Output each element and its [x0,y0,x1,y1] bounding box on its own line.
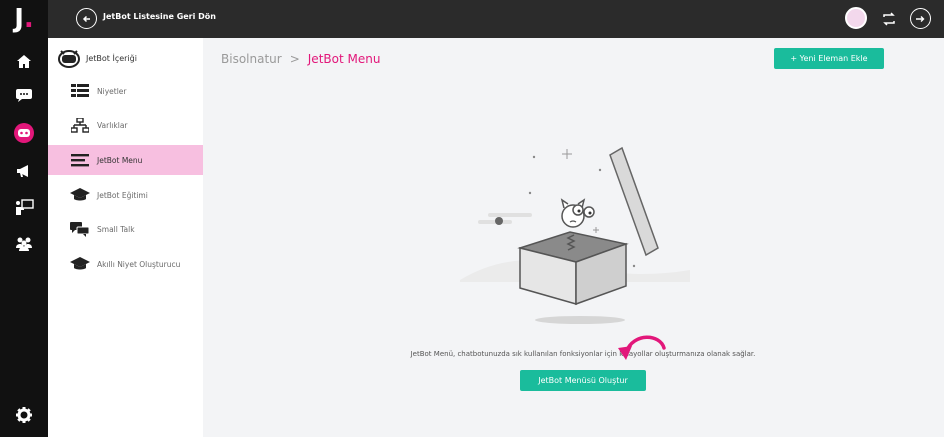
sync-icon[interactable] [878,8,899,29]
back-button[interactable] [76,8,97,29]
sidebar-item-label: JetBot Menu [97,155,143,165]
bot-icon [58,50,80,68]
presenter-icon[interactable] [0,192,48,222]
sidebar-item-label: Niyetler [97,86,127,96]
sidebar-item-small-talk[interactable]: Small Talk [48,214,203,244]
home-icon[interactable] [0,46,48,76]
list-icon [68,84,92,98]
settings-icon[interactable] [0,400,48,430]
app-logo[interactable]: J. [0,0,48,38]
sidebar-item-akilli-niyet[interactable]: Akıllı Niyet Oluşturucu [48,249,203,279]
sidebar-item-label: Varlıklar [97,120,128,130]
sidebar-header: JetBot İçeriği [48,38,203,78]
create-menu-button[interactable]: JetBot Menüsü Oluştur [520,370,646,391]
breadcrumb-root[interactable]: Bisolnatur [221,52,282,66]
sidebar-item-jetbot-menu[interactable]: JetBot Menu [48,145,203,175]
avatar[interactable] [845,7,867,29]
left-rail [0,38,48,437]
add-item-button[interactable]: + Yeni Eleman Ekle [774,48,884,69]
sidebar-item-jetbot-egitimi[interactable]: JetBot Eğitimi [48,180,203,210]
chat-bubbles-icon [68,221,92,237]
breadcrumb-current: JetBot Menu [307,52,381,66]
sidebar-item-label: Akıllı Niyet Oluşturucu [97,259,181,269]
top-bar: J. JetBot Listesine Geri Dön [0,0,944,38]
content-sidebar: JetBot İçeriği Niyetler Varlıklar JetBot… [48,38,203,437]
back-label[interactable]: JetBot Listesine Geri Dön [103,12,216,21]
bot-icon[interactable] [0,118,48,148]
logout-icon[interactable] [910,8,931,29]
megaphone-icon[interactable] [0,156,48,186]
graduation-cap-icon [68,257,92,271]
menu-icon [68,153,92,167]
breadcrumb-separator: > [289,52,300,66]
users-icon[interactable] [0,228,48,258]
arrow-left-icon [82,15,90,22]
sidebar-header-label: JetBot İçeriği [86,53,137,63]
empty-state-illustration [460,146,690,324]
sidebar-item-niyetler[interactable]: Niyetler [48,76,203,106]
hierarchy-icon [68,117,92,133]
graduation-cap-icon [68,188,92,202]
sidebar-item-varliklar[interactable]: Varlıklar [48,110,203,140]
breadcrumb: Bisolnatur > JetBot Menu [221,52,380,66]
empty-state-description: JetBot Menü, chatbotunuzda sık kullanıla… [410,350,756,358]
pointer-arrow-icon [618,335,666,360]
sidebar-item-label: Small Talk [97,224,135,234]
chat-icon[interactable] [0,80,48,110]
sidebar-item-label: JetBot Eğitimi [97,190,148,200]
